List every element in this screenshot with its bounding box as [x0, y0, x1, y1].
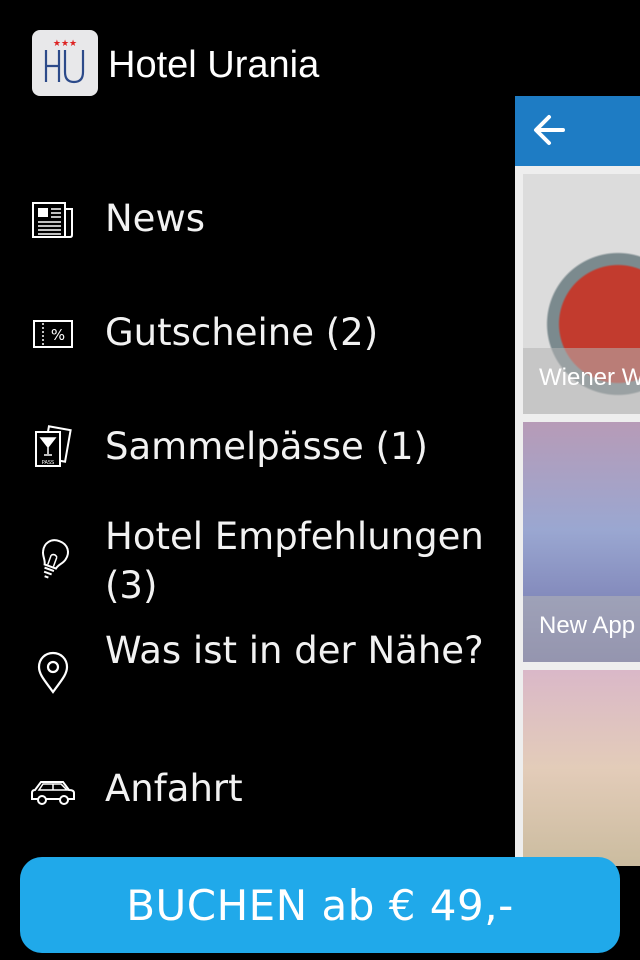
car-icon [31, 781, 75, 805]
news-card-caption: New App [523, 596, 640, 662]
app-title: Hotel Urania [108, 44, 320, 86]
map-pin-icon [37, 651, 69, 694]
menu-item-gutscheine[interactable]: % Gutscheine (2) [0, 306, 510, 362]
news-card[interactable]: New App [523, 422, 640, 662]
menu-item-label: Gutscheine (2) [105, 311, 379, 354]
menu-item-sammelpaesse[interactable]: PASS Sammelpässe (1) [0, 420, 510, 476]
menu-item-label: Was ist in der Nähe? [105, 629, 484, 672]
menu-item-empfehlungen[interactable]: Hotel Empfehlungen (3) [0, 510, 510, 610]
book-button[interactable]: BUCHEN ab € 49,- [20, 857, 620, 953]
news-card-caption: Wiener W [523, 348, 640, 414]
menu-item-label: Anfahrt [105, 767, 243, 810]
book-button-label: BUCHEN ab € 49,- [126, 880, 514, 930]
svg-text:PASS: PASS [42, 460, 54, 466]
stamp-pass-icon: PASS [35, 425, 72, 467]
menu-item-news[interactable]: News [0, 192, 510, 248]
news-card[interactable]: Wiener W [523, 174, 640, 414]
news-card-image [523, 670, 640, 866]
content-panel-peek[interactable]: Wiener W New App [515, 96, 640, 866]
news-card[interactable] [523, 670, 640, 866]
newspaper-icon [32, 202, 73, 238]
menu-item-naehe[interactable]: Was ist in der Nähe? [0, 624, 510, 724]
content-header-bar [515, 96, 640, 166]
menu-item-anfahrt[interactable]: Anfahrt [0, 762, 510, 818]
coupon-icon: % [33, 320, 73, 348]
lightbulb-icon [41, 539, 69, 579]
back-arrow-icon[interactable] [529, 110, 569, 150]
svg-text:★★★: ★★★ [53, 39, 77, 49]
svg-text:%: % [51, 326, 65, 344]
hotel-logo: ★★★ [32, 30, 98, 96]
menu-item-label: Hotel Empfehlungen (3) [105, 515, 484, 607]
menu-item-label: Sammelpässe (1) [105, 425, 428, 468]
menu-item-label: News [105, 197, 205, 240]
